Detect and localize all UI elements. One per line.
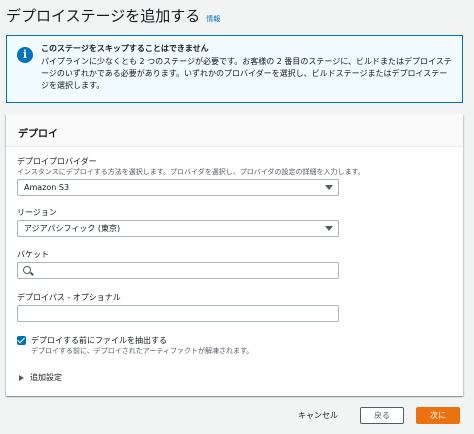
additional-settings-expander[interactable]: 追加設定	[19, 372, 62, 383]
provider-field: デプロイプロバイダー インスタンスにデプロイする方法を選択します。プロバイダを選…	[17, 156, 365, 196]
caret-right-icon	[19, 374, 24, 381]
panel-title: デプロイ	[18, 129, 58, 140]
region-select[interactable]: アジアパシフィック (東京)	[17, 220, 339, 237]
panel-header: デプロイ	[6, 114, 463, 147]
extract-option: デプロイする前にファイルを抽出する デプロイする前に、デプロイされたアーティファ…	[17, 335, 253, 357]
caret-down-icon	[325, 226, 333, 231]
region-select-value: アジアパシフィック (東京)	[24, 224, 121, 233]
provider-select-value: Amazon S3	[24, 183, 70, 192]
region-field: リージョン アジアパシフィック (東京)	[17, 207, 339, 237]
deploy-path-label: デプロイパス - オプショナル	[17, 293, 121, 302]
deploy-panel: デプロイ デプロイプロバイダー インスタンスにデプロイする方法を選択します。プロ…	[6, 114, 463, 396]
cancel-button[interactable]: キャンセル	[288, 410, 348, 421]
bucket-field: バケット	[17, 249, 339, 279]
deploy-path-input[interactable]	[17, 305, 339, 322]
provider-select[interactable]: Amazon S3	[17, 179, 339, 196]
footer-actions: キャンセル 戻る 次に	[288, 407, 460, 424]
back-button[interactable]: 戻る	[360, 407, 404, 424]
alert-body: パイプラインに少なくとも 2 つのステージが必要です。お客様の 2 番目のステー…	[41, 57, 452, 90]
bucket-label: バケット	[17, 250, 49, 259]
page-title: デプロイステージを追加する	[6, 7, 201, 25]
caret-down-icon	[325, 185, 333, 190]
additional-settings-label: 追加設定	[30, 373, 62, 382]
next-button[interactable]: 次に	[416, 407, 460, 424]
extract-description: デプロイする前に、デプロイされたアーティファクトが解凍されます。	[31, 347, 254, 355]
region-label: リージョン	[17, 208, 57, 217]
deploy-path-field: デプロイパス - オプショナル	[17, 292, 339, 322]
search-icon	[23, 266, 31, 274]
extract-label: デプロイする前にファイルを抽出する	[31, 336, 167, 345]
alert-title: このステージをスキップすることはできません	[41, 44, 209, 53]
provider-label: デプロイプロバイダー	[17, 157, 97, 166]
extract-checkbox[interactable]	[17, 336, 26, 345]
provider-description: インスタンスにデプロイする方法を選択します。プロバイダを選択し、プロバイダの設定…	[17, 168, 365, 176]
info-icon: i	[17, 47, 33, 63]
info-alert: i このステージをスキップすることはできません パイプラインに少なくとも 2 つ…	[6, 35, 463, 103]
info-link[interactable]: 情報	[206, 14, 220, 24]
page-header: デプロイステージを追加する 情報	[6, 5, 220, 26]
bucket-search-input[interactable]	[17, 262, 339, 279]
